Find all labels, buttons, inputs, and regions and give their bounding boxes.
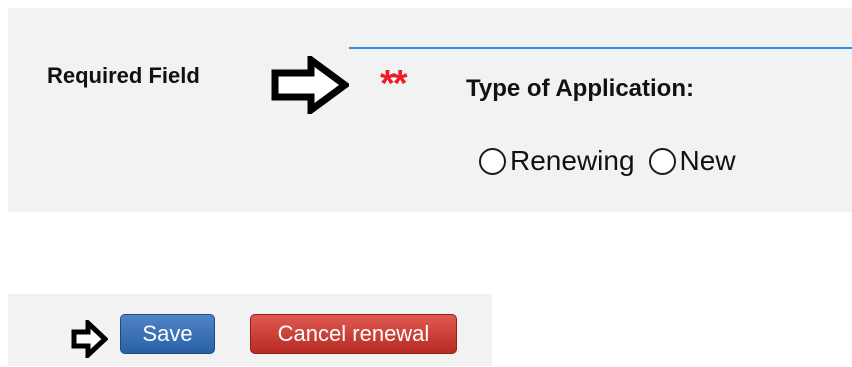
cancel-renewal-button[interactable]: Cancel renewal	[250, 314, 457, 354]
arrow-right-icon	[71, 320, 108, 358]
radio-option-renewing[interactable]: Renewing	[479, 145, 635, 177]
radio-new[interactable]	[648, 147, 676, 175]
application-type-radio-group: Renewing New	[479, 141, 750, 181]
radio-option-new[interactable]: New	[648, 145, 736, 177]
save-button[interactable]: Save	[120, 314, 215, 354]
radio-new-label: New	[679, 145, 736, 176]
radio-renewing-label: Renewing	[510, 145, 635, 176]
application-type-label: Type of Application:	[466, 75, 694, 102]
required-field-label: Required Field	[47, 63, 200, 88]
required-marker: **	[380, 63, 408, 105]
section-divider	[349, 47, 852, 49]
arrow-right-icon	[271, 56, 349, 114]
radio-renewing[interactable]	[479, 147, 506, 175]
form-panel	[8, 8, 852, 212]
